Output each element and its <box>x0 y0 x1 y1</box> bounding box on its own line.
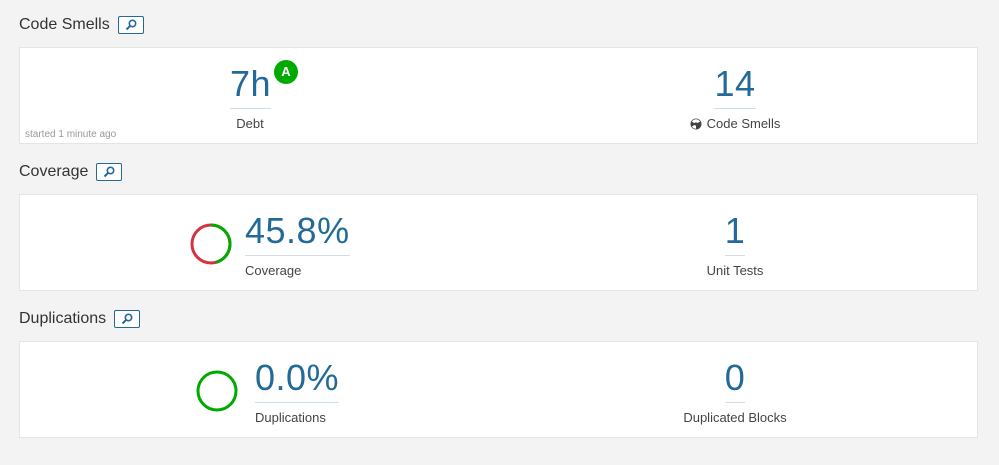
code-smells-header: Code Smells <box>19 13 144 37</box>
coverage-header: Coverage <box>19 160 123 184</box>
duplications-donut-chart[interactable] <box>196 370 238 412</box>
duplications-drilldown-button[interactable] <box>114 310 141 328</box>
debt-measure: 7h Debt <box>230 64 272 132</box>
duplicated-blocks-label: Duplicated Blocks <box>683 410 787 425</box>
code-smells-label-row: Code Smells <box>660 116 810 132</box>
duplications-title: Duplications <box>19 310 107 327</box>
duplications-card: 0.0% Duplications 0 Duplicated Blocks <box>19 341 978 438</box>
maintainability-rating-badge[interactable]: A <box>274 60 298 84</box>
duplications-ring <box>196 370 238 412</box>
code-smells-value[interactable]: 14 <box>714 64 756 109</box>
search-icon <box>104 166 115 178</box>
coverage-label: Coverage <box>245 263 302 278</box>
smells-measure: 14 Code Smells <box>660 64 810 132</box>
unit-tests-value[interactable]: 1 <box>724 211 746 256</box>
radiation-icon <box>690 118 702 130</box>
coverage-donut-chart[interactable] <box>190 223 232 265</box>
duplications-value[interactable]: 0.0% <box>255 358 340 403</box>
coverage-card: 45.8% Coverage 1 Unit Tests <box>19 194 978 291</box>
duplicated-blocks-measure: 0 Duplicated Blocks <box>660 358 810 426</box>
search-icon <box>125 19 137 31</box>
analysis-started-text: started 1 minute ago <box>25 129 117 140</box>
debt-label: Debt <box>236 116 264 131</box>
coverage-drilldown-button[interactable] <box>96 163 123 181</box>
duplications-label: Duplications <box>255 410 326 425</box>
coverage-title: Coverage <box>19 163 89 180</box>
code-smells-label: Code Smells <box>706 116 781 131</box>
code-smells-card: 7h Debt A 14 Code Smells started 1 minut… <box>19 47 978 144</box>
unit-tests-label: Unit Tests <box>706 263 764 278</box>
coverage-measure: 45.8% Coverage <box>245 211 350 279</box>
duplications-measure: 0.0% Duplications <box>255 358 340 426</box>
duplications-header: Duplications <box>19 307 141 331</box>
code-smells-title: Code Smells <box>19 16 110 33</box>
search-icon <box>121 313 133 325</box>
coverage-value[interactable]: 45.8% <box>245 211 350 256</box>
code-smells-drilldown-button[interactable] <box>117 16 144 34</box>
debt-value[interactable]: 7h <box>230 64 272 109</box>
duplicated-blocks-value[interactable]: 0 <box>724 358 746 403</box>
unit-tests-measure: 1 Unit Tests <box>680 211 790 279</box>
